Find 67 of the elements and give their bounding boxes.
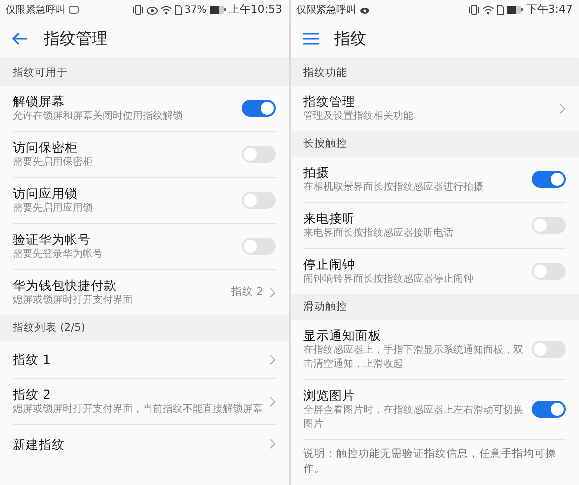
clock: 下午3:47 <box>526 2 573 18</box>
setting-title: 指纹 1 <box>13 351 52 368</box>
page-title: 指纹管理 <box>44 28 108 50</box>
setting-description: 需要先启用保密柜 <box>13 156 94 170</box>
sim-icon <box>497 5 504 15</box>
toggle-switch[interactable] <box>242 146 276 163</box>
clock: 上午10:53 <box>228 2 282 18</box>
setting-title: 来电接听 <box>304 210 356 227</box>
toggle-switch[interactable] <box>532 401 566 418</box>
vibrate-icon <box>469 5 480 15</box>
setting-description: 闹钟响铃界面长按指纹感应器停止闹钟 <box>304 273 474 287</box>
setting-title: 拍摄 <box>304 164 330 181</box>
toggle-switch[interactable] <box>532 217 566 234</box>
eye-icon <box>360 6 370 14</box>
chevron-icon <box>270 288 276 298</box>
setting-description: 允许在锁屏和屏幕关闭时使用指纹解锁 <box>13 110 184 124</box>
note-text: 说明：触控功能无需验证指纹信息，任意手指均可操作。 <box>304 447 558 477</box>
setting-title: 显示通知面板 <box>304 327 382 344</box>
setting-title: 华为钱包快捷付款 <box>13 277 118 294</box>
section-header: 长按触控 <box>290 131 579 157</box>
toggle-switch[interactable] <box>242 100 276 117</box>
section-header: 滑动触控 <box>290 294 579 320</box>
setting-description: 来电界面长按指纹感应器接听电话 <box>304 227 454 241</box>
setting-title: 解锁屏幕 <box>13 93 66 110</box>
setting-title: 浏览图片 <box>304 387 356 404</box>
eye-icon <box>146 6 158 14</box>
sim-icon <box>174 5 182 15</box>
toggle-switch[interactable] <box>532 171 566 188</box>
section-header: 指纹列表 (2/5) <box>0 315 288 341</box>
toggle-switch[interactable] <box>532 341 566 358</box>
setting-title: 指纹 2 <box>13 386 52 403</box>
wifi-icon <box>483 6 494 14</box>
notification-icon <box>69 6 79 14</box>
battery-icon <box>210 6 226 14</box>
setting-description: 熄屏或锁屏时打开支付界面 <box>13 294 134 308</box>
setting-description: 需要先启用应用锁 <box>13 202 94 216</box>
status-text: 仅限紧急呼叫 <box>6 4 66 18</box>
chevron-icon <box>270 439 276 449</box>
toggle-switch[interactable] <box>532 263 566 280</box>
wifi-icon <box>160 6 172 14</box>
vibrate-icon <box>132 5 144 15</box>
setting-title: 访问应用锁 <box>13 185 79 202</box>
setting-description: 在相机取景界面长按指纹感应器进行拍摄 <box>304 181 484 195</box>
status-text: 仅限紧急呼叫 <box>296 4 356 18</box>
chevron-icon <box>560 104 566 114</box>
setting-description: 需要先登录华为帐号 <box>13 248 104 262</box>
setting-description: 在指纹感应器上，手指下滑显示系统通知面板，双击清空通知，上滑收起 <box>304 344 524 372</box>
section-header: 指纹可用于 <box>0 60 288 86</box>
toggle-switch[interactable] <box>242 192 276 209</box>
setting-title: 访问保密柜 <box>13 139 79 156</box>
menu-icon[interactable] <box>302 33 318 45</box>
battery-icon <box>507 6 524 14</box>
setting-description: 熄屏或锁屏时打开支付界面，当前指纹不能直接解锁屏幕 <box>13 403 264 417</box>
setting-title: 新建指纹 <box>13 436 66 452</box>
back-icon[interactable] <box>12 32 28 46</box>
chevron-icon <box>270 354 276 364</box>
setting-title: 指纹管理 <box>304 93 356 110</box>
page-title: 指纹 <box>334 28 366 50</box>
setting-value: 指纹 2 <box>231 284 264 300</box>
setting-description: 全屏查看图片时，在指纹感应器上左右滑动可切换图片 <box>304 404 524 432</box>
section-header: 指纹功能 <box>290 60 579 86</box>
setting-description: 管理及设置指纹相关功能 <box>304 110 414 124</box>
setting-title: 停止闹钟 <box>304 256 356 273</box>
toggle-switch[interactable] <box>242 238 276 255</box>
chevron-icon <box>270 396 276 406</box>
battery-percent: 37% <box>184 4 207 18</box>
setting-title: 验证华为帐号 <box>13 231 92 248</box>
